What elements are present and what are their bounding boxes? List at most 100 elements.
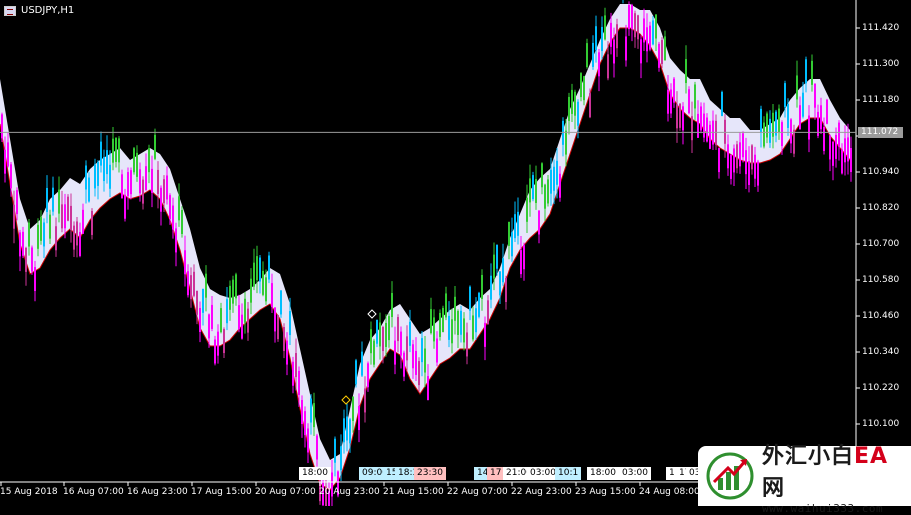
- candle-body: [196, 290, 198, 315]
- candle-body: [55, 226, 57, 251]
- candle-body: [436, 338, 438, 363]
- candle-body: [34, 267, 36, 292]
- time-label: 20 Aug 23:00: [319, 487, 380, 497]
- arrow-marker-1-icon: [367, 309, 377, 319]
- candle-body: [493, 254, 495, 279]
- candle-body: [490, 275, 492, 300]
- candle-body: [385, 322, 387, 347]
- candle-body: [778, 108, 780, 133]
- candle-body: [301, 400, 303, 425]
- session-tag: 23:30: [414, 467, 446, 480]
- candle-body: [193, 271, 195, 296]
- candle-body: [454, 296, 456, 321]
- candle-body: [589, 93, 591, 118]
- candle-body: [661, 40, 663, 65]
- candle-body: [364, 388, 366, 413]
- candle-body: [208, 314, 210, 339]
- candle-body: [472, 315, 474, 340]
- candle-body: [379, 322, 381, 347]
- candle-body: [649, 25, 651, 50]
- candle-body: [730, 154, 732, 179]
- candle-body: [13, 204, 15, 229]
- candle-body: [253, 262, 255, 287]
- candle-body: [346, 416, 348, 441]
- candle-body: [463, 318, 465, 343]
- envelope-band-fill: [0, 4, 850, 490]
- candle-body: [103, 157, 105, 182]
- candle-body: [40, 216, 42, 241]
- envelope-band: [0, 4, 851, 491]
- candle-body: [430, 309, 432, 334]
- price-chart[interactable]: [0, 0, 911, 506]
- candle-body: [58, 189, 60, 214]
- candle-body: [655, 14, 657, 39]
- candle-body: [664, 36, 666, 61]
- candle-body: [529, 178, 531, 203]
- candle-body: [394, 340, 396, 365]
- candle-body: [25, 247, 27, 272]
- candle-body: [823, 127, 825, 152]
- candle-body: [427, 376, 429, 401]
- candle-body: [688, 89, 690, 114]
- price-label: 110.700: [862, 239, 900, 249]
- candle-body: [220, 308, 222, 333]
- candle-body: [637, 15, 639, 40]
- candle-body: [205, 273, 207, 298]
- candle-body: [718, 148, 720, 173]
- candle-body: [97, 161, 99, 186]
- candle-body: [610, 22, 612, 47]
- candle-body: [613, 39, 615, 64]
- candle-body: [334, 438, 336, 463]
- candle-body: [157, 169, 159, 194]
- candle-body: [310, 398, 312, 423]
- candle-body: [673, 78, 675, 103]
- price-label: 111.300: [862, 59, 900, 69]
- candle-body: [643, 18, 645, 43]
- candle-body: [358, 406, 360, 431]
- candle-body: [700, 106, 702, 131]
- candle-body: [361, 351, 363, 376]
- candle-body: [397, 317, 399, 342]
- chart-window-icon: [4, 5, 16, 16]
- candle-body: [496, 244, 498, 269]
- candle-body: [262, 270, 264, 295]
- candle-body: [247, 308, 249, 333]
- candle-body: [367, 363, 369, 388]
- candle-body: [76, 221, 78, 246]
- candle-body: [799, 105, 801, 130]
- candle-body: [64, 204, 66, 229]
- candle-body: [148, 148, 150, 173]
- candle-body: [592, 42, 594, 67]
- chart-symbol-label: USDJPY,H1: [21, 5, 75, 16]
- candle-body: [520, 250, 522, 275]
- candle-body: [577, 101, 579, 126]
- candle-body: [445, 293, 447, 318]
- candle-body: [703, 113, 705, 138]
- candle-body: [547, 179, 549, 204]
- candle-body: [292, 361, 294, 386]
- candle-body: [211, 304, 213, 329]
- candle-body: [82, 209, 84, 234]
- candle-body: [733, 148, 735, 173]
- candle-body: [670, 89, 672, 114]
- candle-body: [682, 106, 684, 131]
- candle-body: [355, 360, 357, 385]
- candle-body: [271, 283, 273, 308]
- candle-body: [502, 258, 504, 283]
- candle-body: [1, 114, 3, 139]
- candle-body: [757, 161, 759, 186]
- time-label: 24 Aug 08:00: [639, 487, 700, 497]
- candle-body: [382, 327, 384, 352]
- time-label: 17 Aug 15:00: [191, 487, 252, 497]
- candle-body: [61, 204, 63, 229]
- candle-body: [259, 257, 261, 282]
- candle-body: [373, 340, 375, 365]
- price-label: 110.460: [862, 311, 900, 321]
- candle-body: [67, 196, 69, 221]
- candles: [1, 0, 852, 506]
- price-label: 110.940: [862, 167, 900, 177]
- candle-body: [601, 26, 603, 51]
- candle-body: [721, 91, 723, 116]
- logo-name: 外汇小白EA网: [762, 443, 889, 501]
- candle-body: [307, 428, 309, 453]
